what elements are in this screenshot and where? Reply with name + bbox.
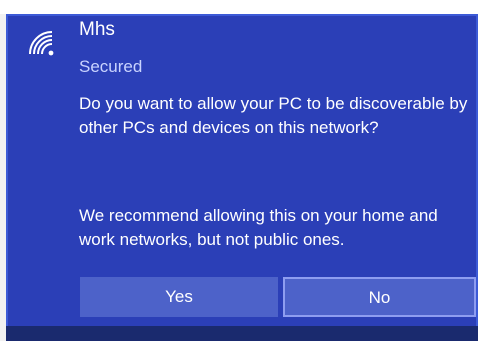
wifi-signal-icon [29, 31, 54, 56]
no-button[interactable]: No [283, 277, 476, 317]
panel-bottom-shadow [6, 326, 478, 341]
discovery-recommendation: We recommend allowing this on your home … [79, 206, 438, 249]
window-top-edge [0, 0, 483, 14]
discovery-question: Do you want to allow your PC to be disco… [79, 94, 468, 137]
network-status: Secured [79, 57, 143, 76]
yes-button[interactable]: Yes [80, 277, 278, 317]
network-name: Mhs [79, 19, 115, 40]
